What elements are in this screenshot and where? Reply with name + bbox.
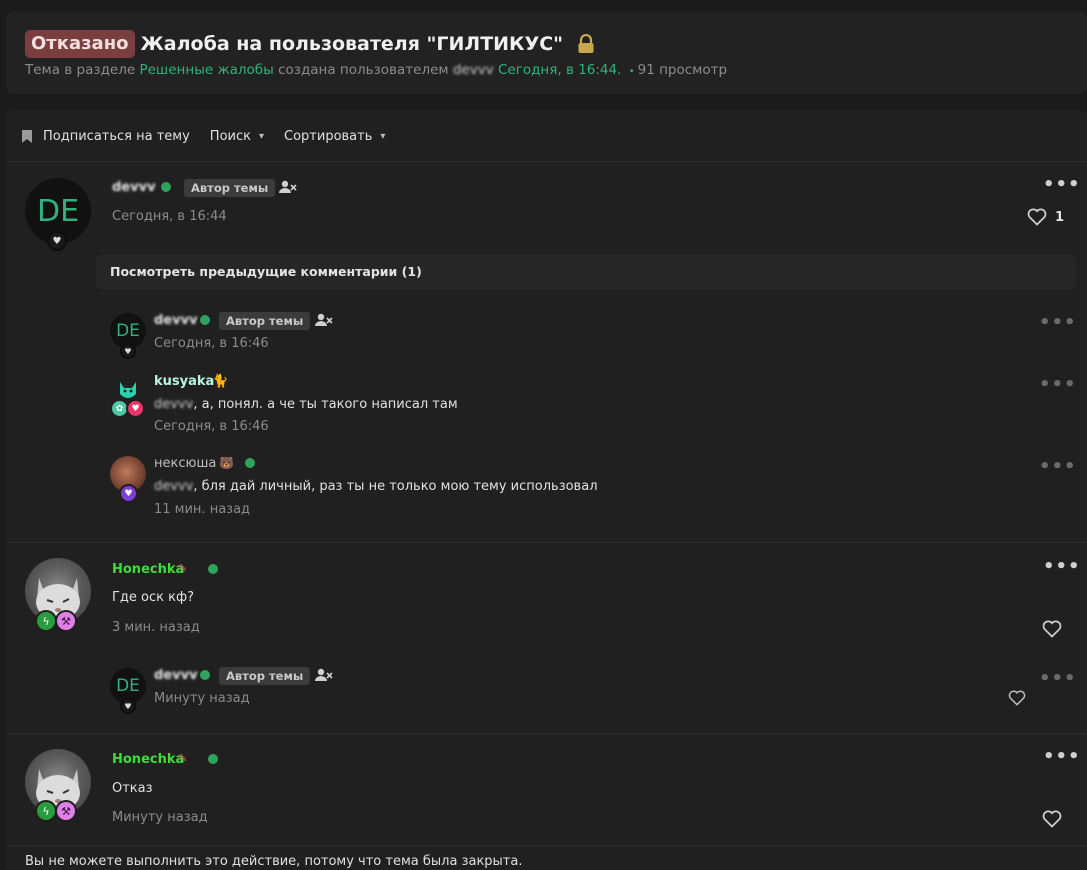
post-time[interactable]: Минуту назад: [112, 810, 208, 825]
meta-created-by: создана пользователем: [278, 62, 449, 78]
meta-prefix: Тема в разделе: [25, 62, 136, 78]
hammer-badge-icon: ⚒: [55, 800, 77, 822]
author-link[interactable]: devvv: [453, 62, 494, 78]
status-tag[interactable]: Отказано: [25, 30, 135, 58]
more-icon[interactable]: •••: [1043, 176, 1081, 194]
section-link[interactable]: Решенные жалобы: [139, 62, 273, 78]
comment-username[interactable]: devvv: [154, 668, 198, 683]
lightning-badge-icon: ϟ: [35, 800, 57, 822]
view-count: 91 просмотр: [637, 62, 728, 78]
lock-icon: [578, 34, 594, 53]
divider: [6, 845, 1087, 846]
comment-username[interactable]: нексюша: [154, 456, 216, 471]
divider: [6, 542, 1087, 543]
divider: [6, 733, 1087, 734]
subscribe-button[interactable]: Подписаться на тему: [22, 129, 190, 144]
more-icon[interactable]: •••: [1043, 748, 1081, 766]
cat-icon: 🐈: [212, 374, 229, 389]
chevron-down-icon: ▾: [380, 130, 386, 142]
thread-title-row: Отказано Жалоба на пользователя "ГИЛТИКУ…: [25, 30, 595, 58]
post-username[interactable]: devvv: [112, 180, 156, 195]
post-username[interactable]: Honechka: [112, 752, 184, 767]
comment-username[interactable]: devvv: [154, 313, 198, 328]
bookmark-icon: [22, 129, 32, 143]
online-dot: [208, 564, 218, 574]
heart-icon[interactable]: [1042, 620, 1062, 638]
online-dot: [208, 754, 218, 764]
person-x-icon[interactable]: [315, 668, 333, 682]
divider: [6, 161, 1087, 162]
view-previous-comments-button[interactable]: Посмотреть предыдущие комментарии (1): [96, 254, 1076, 290]
heart-badge-icon: ♥: [119, 484, 138, 503]
search-dropdown[interactable]: Поиск ▾: [210, 129, 264, 144]
page-title: Жалоба на пользователя "ГИЛТИКУС": [140, 33, 564, 55]
syringe-icon: ✎: [178, 752, 188, 765]
subscribe-label: Подписаться на тему: [43, 128, 190, 144]
more-icon[interactable]: •••: [1039, 376, 1077, 394]
dot-separator: •: [628, 66, 635, 77]
heart-badge-icon: ♥: [120, 698, 136, 714]
animal-icon: 🐻: [219, 456, 234, 470]
post-time[interactable]: 3 мин. назад: [112, 620, 200, 635]
heart-icon[interactable]: [1042, 810, 1062, 828]
author-tag: Автор темы: [219, 667, 311, 685]
author-tag: Автор темы: [184, 179, 276, 197]
more-icon[interactable]: •••: [1039, 670, 1077, 688]
heart-icon[interactable]: [1008, 690, 1026, 706]
comment-time[interactable]: Минуту назад: [154, 691, 250, 706]
more-icon[interactable]: •••: [1039, 458, 1077, 476]
comment-time[interactable]: Сегодня, в 16:46: [154, 419, 269, 434]
mention-link[interactable]: devvv: [154, 397, 193, 412]
post-text: Отказ: [112, 781, 153, 796]
online-dot: [245, 458, 255, 468]
online-dot: [200, 670, 210, 680]
author-tag: Автор темы: [219, 312, 311, 330]
more-icon[interactable]: •••: [1043, 558, 1081, 576]
thread-meta: Тема в разделе Решенные жалобы создана п…: [25, 62, 727, 78]
comment-text: devvv, бля дай личный, раз ты не только …: [154, 479, 598, 494]
mention-link[interactable]: devvv: [154, 479, 193, 494]
heart-badge-icon: ♥: [120, 343, 136, 359]
search-label: Поиск: [209, 128, 251, 144]
comment-body: , а, понял. а че ты такого написал там: [193, 397, 458, 412]
heart-badge-icon: ♥: [47, 231, 67, 251]
lightning-badge-icon: ϟ: [35, 610, 57, 632]
comment-body: , бля дай личный, раз ты не только мою т…: [193, 479, 598, 494]
hammer-badge-icon: ⚒: [55, 610, 77, 632]
person-x-icon[interactable]: [279, 180, 297, 194]
comment-username[interactable]: kusyaka: [154, 374, 214, 389]
comment-text: devvv, а, понял. а че ты такого написал …: [154, 397, 458, 412]
created-time[interactable]: Сегодня, в 16:44.: [498, 62, 621, 78]
comment-time[interactable]: 11 мин. назад: [154, 502, 250, 517]
thread-closed-notice: Вы не можете выполнить это действие, пот…: [25, 854, 523, 869]
heart-icon[interactable]: [1027, 208, 1047, 226]
syringe-icon: ✎: [178, 562, 188, 575]
heart-badge-icon: ♥: [126, 399, 145, 418]
like-count: 1: [1055, 210, 1065, 225]
online-dot: [200, 315, 210, 325]
online-dot: [161, 182, 171, 192]
sort-label: Сортировать: [284, 128, 373, 144]
post-username[interactable]: Honechka: [112, 562, 184, 577]
more-icon[interactable]: •••: [1039, 314, 1077, 332]
sort-dropdown[interactable]: Сортировать ▾: [284, 129, 385, 144]
comment-time[interactable]: Сегодня, в 16:46: [154, 336, 269, 351]
post-text: Где оск кф?: [112, 590, 194, 605]
chevron-down-icon: ▾: [258, 130, 265, 142]
post-time[interactable]: Сегодня, в 16:44: [112, 209, 227, 224]
person-x-icon[interactable]: [315, 313, 333, 327]
thread-toolbar: Подписаться на тему Поиск ▾ Сортировать …: [22, 126, 405, 146]
